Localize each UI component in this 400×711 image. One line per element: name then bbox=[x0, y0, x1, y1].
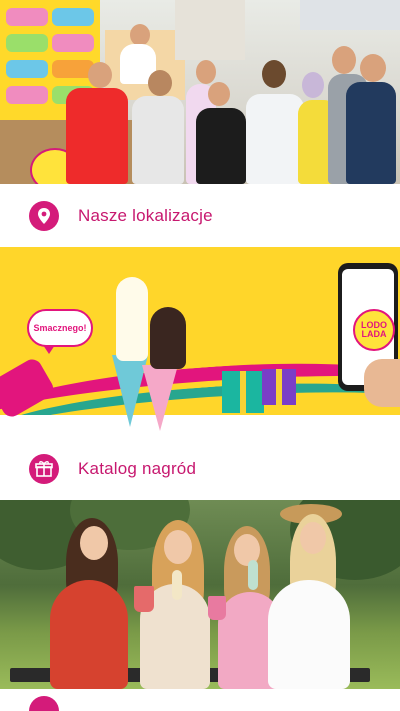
stand-banner[interactable] bbox=[0, 0, 400, 184]
menu-item-next[interactable] bbox=[0, 689, 400, 711]
drink-cup bbox=[208, 596, 226, 620]
friends-banner[interactable] bbox=[0, 500, 400, 689]
person bbox=[50, 580, 128, 689]
ice-cream-cone bbox=[142, 365, 178, 431]
app-screen: Nasze lokalizacje Smacznego! LODO LADA K… bbox=[0, 0, 400, 711]
menu-item-rewards[interactable]: Katalog nagród bbox=[0, 437, 400, 500]
promo-banner[interactable]: Smacznego! LODO LADA bbox=[0, 247, 400, 437]
menu-item-locations[interactable]: Nasze lokalizacje bbox=[0, 184, 400, 247]
ice-cream-cone bbox=[172, 570, 182, 600]
location-pin-icon bbox=[29, 200, 59, 231]
hand bbox=[364, 359, 400, 407]
menu-item-label: Nasze lokalizacje bbox=[78, 205, 213, 225]
menu-item-label: Katalog nagród bbox=[78, 458, 197, 478]
person bbox=[268, 580, 350, 689]
ice-cream-cone bbox=[248, 560, 258, 590]
drink-cup bbox=[134, 586, 154, 612]
circle-icon bbox=[29, 696, 59, 711]
app-logo: LODO LADA bbox=[353, 309, 395, 351]
gift-icon bbox=[29, 453, 59, 484]
speech-bubble: Smacznego! bbox=[27, 309, 93, 354]
